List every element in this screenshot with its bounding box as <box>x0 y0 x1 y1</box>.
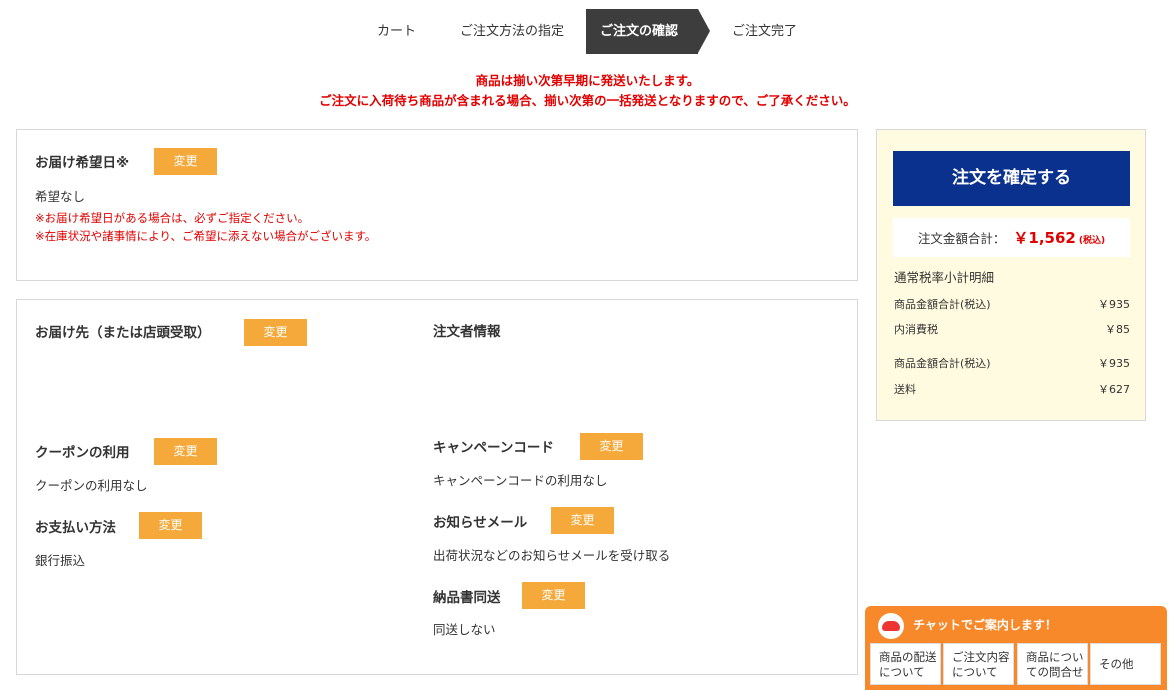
chat-option-line: 商品につい <box>1026 650 1084 664</box>
chat-option-order[interactable]: ご注文内容 について <box>943 643 1014 685</box>
invoice-heading: 納品書同送 <box>433 590 501 606</box>
breakdown-row-label: 内消費税 <box>894 323 938 336</box>
shipping-address-heading: お届け先（または店頭受取） <box>35 325 211 341</box>
breakdown-row: 商品金額合計(税込) ￥935 <box>894 355 1130 371</box>
chat-option-other[interactable]: その他 <box>1090 643 1161 685</box>
breakdown-row-value: ￥85 <box>1105 323 1130 336</box>
shipping-notice-line1: 商品は揃い次第早期に発送いたします。 <box>475 73 700 88</box>
chat-title: チャットでご案内します！ <box>913 618 1057 632</box>
breakdown-row: 商品金額合計(税込) ￥935 <box>894 296 1130 312</box>
coupon-heading: クーポンの利用 <box>35 445 130 461</box>
breakdown-row-label: 商品金額合計(税込) <box>894 357 991 370</box>
coupon-value: クーポンの利用なし <box>35 478 148 493</box>
delivery-date-warning-2: ※在庫状況や諸事情により、ご希望に添えない場合がございます。 <box>35 229 377 243</box>
chat-option-line: ご注文内容 <box>952 650 1010 664</box>
notify-mail-value: 出荷状況などのお知らせメールを受け取る <box>433 548 671 563</box>
notify-mail-change-button[interactable]: 変更 <box>551 507 614 534</box>
notify-mail-heading: お知らせメール <box>433 515 528 531</box>
delivery-date-value: 希望なし <box>35 189 86 204</box>
step-order-complete: ご注文完了 <box>732 24 798 39</box>
order-total-label: 注文金額合計： <box>917 231 1006 246</box>
campaign-code-heading: キャンペーンコード <box>433 440 554 456</box>
breakdown-row-label: 送料 <box>894 383 916 396</box>
delivery-date-change-button[interactable]: 変更 <box>154 148 217 175</box>
chat-option-line: について <box>879 665 925 679</box>
chat-option-shipping[interactable]: 商品の配送 について <box>870 643 941 685</box>
order-total-tax-note: (税込) <box>1078 235 1106 246</box>
shipping-address-change-button[interactable]: 変更 <box>244 319 307 346</box>
order-total-box: 注文金額合計： ￥1,562 (税込) <box>893 218 1130 257</box>
breakdown-row: 内消費税 ￥85 <box>894 321 1130 337</box>
chat-option-line: ての問合せ <box>1026 665 1084 679</box>
checkout-steps: カート ご注文方法の指定 ご注文の確認 ご注文完了 <box>355 9 819 54</box>
chat-avatar-icon <box>878 613 904 639</box>
breakdown-row-value: ￥935 <box>1098 357 1130 370</box>
payment-method-heading: お支払い方法 <box>35 520 116 536</box>
campaign-code-value: キャンペーンコードの利用なし <box>433 473 608 488</box>
order-summary-panel: 注文を確定する 注文金額合計： ￥1,562 (税込) 通常税率小計明細 商品金… <box>876 129 1146 421</box>
delivery-date-card: お届け希望日※ 変更 希望なし ※お届け希望日がある場合は、必ずご指定ください。… <box>16 129 858 281</box>
breakdown-title: 通常税率小計明細 <box>894 270 995 285</box>
chat-option-product[interactable]: 商品につい ての問合せ <box>1017 643 1088 685</box>
breakdown-row-label: 商品金額合計(税込) <box>894 298 991 311</box>
payment-method-value: 銀行振込 <box>35 553 86 568</box>
invoice-change-button[interactable]: 変更 <box>522 582 585 609</box>
orderer-info-heading: 注文者情報 <box>433 324 501 340</box>
delivery-date-warning-1: ※お届け希望日がある場合は、必ずご指定ください。 <box>35 211 310 225</box>
step-cart: カート <box>377 24 417 39</box>
step-order-confirm: ご注文の確認 <box>586 9 711 54</box>
chat-option-line: 商品の配送 <box>879 650 937 664</box>
coupon-change-button[interactable]: 変更 <box>154 438 217 465</box>
chat-option-line: について <box>952 665 998 679</box>
campaign-code-change-button[interactable]: 変更 <box>580 433 643 460</box>
delivery-date-heading: お届け希望日※ <box>35 155 130 171</box>
step-order-method: ご注文方法の指定 <box>460 24 565 39</box>
chat-widget: チャットでご案内します！ 商品の配送 について ご注文内容 について 商品につい… <box>865 606 1167 690</box>
shipping-notice-line2: ご注文に入荷待ち商品が含まれる場合、揃い次第の一括発送となりますので、ご了承くだ… <box>319 93 856 108</box>
order-total-amount: ￥1,562 <box>1013 229 1076 247</box>
breakdown-row-value: ￥935 <box>1098 298 1130 311</box>
breakdown-row: 送料 ￥627 <box>894 381 1130 397</box>
chat-option-line: その他 <box>1099 657 1134 671</box>
order-details-card: お届け先（または店頭受取） 変更 注文者情報 クーポンの利用 変更 クーポンの利… <box>16 299 858 675</box>
invoice-value: 同送しない <box>433 622 496 637</box>
confirm-order-button[interactable]: 注文を確定する <box>893 151 1130 206</box>
breakdown-row-value: ￥627 <box>1098 383 1130 396</box>
payment-method-change-button[interactable]: 変更 <box>139 512 202 539</box>
